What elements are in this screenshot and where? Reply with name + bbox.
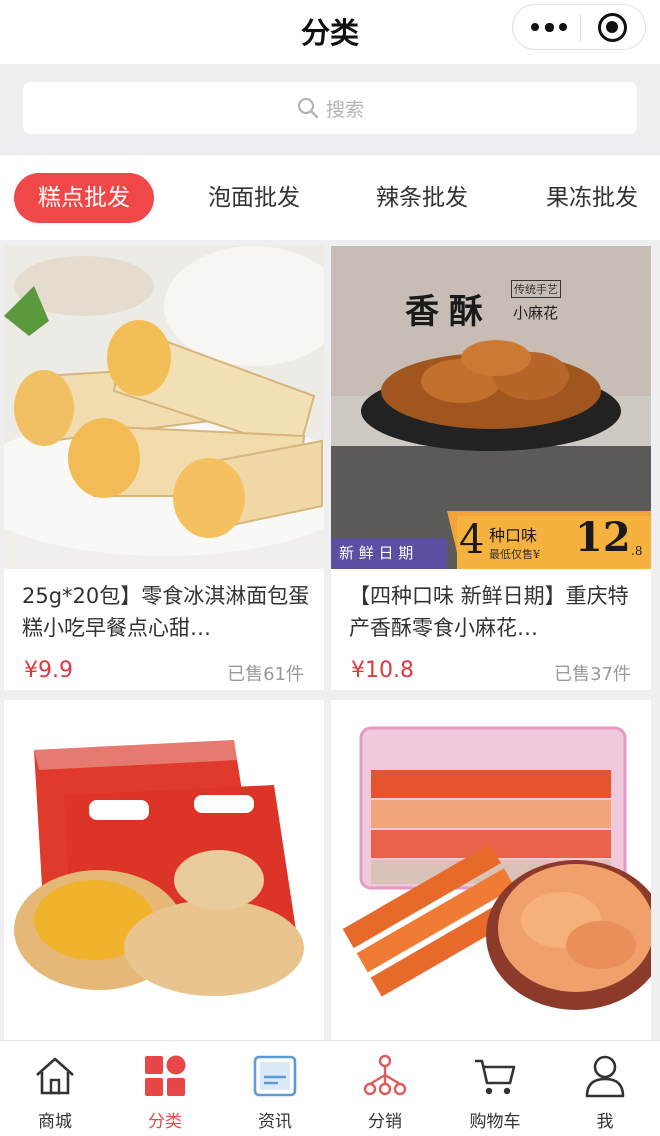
top-bar: 分类 xyxy=(0,0,660,64)
tab-spicy-strip-wholesale[interactable]: 辣条批发 xyxy=(352,173,492,223)
news-icon xyxy=(253,1055,297,1097)
tab-cake-wholesale[interactable]: 糕点批发 xyxy=(14,173,154,223)
product-image-ice-cream-cone xyxy=(4,246,324,569)
category-tabs: 糕点批发 泡面批发 辣条批发 果冻批发 xyxy=(0,154,660,240)
product-card[interactable] xyxy=(4,700,324,1040)
product-image-meat-floss-pastry xyxy=(4,700,324,1023)
image-flavor-text: 种口味 xyxy=(489,526,538,545)
user-icon xyxy=(585,1055,625,1098)
nav-item-me[interactable]: 我 xyxy=(550,1041,660,1136)
nav-item-distribution[interactable]: 分销 xyxy=(330,1041,440,1136)
product-card[interactable] xyxy=(331,700,651,1040)
image-brand-text: 香酥 xyxy=(405,292,493,332)
product-sold-count: 已售37件 xyxy=(554,664,631,685)
image-sub-text: 小麻花 xyxy=(513,304,559,322)
nav-label: 商城 xyxy=(38,1112,72,1132)
product-card[interactable]: 25g*20包】零食冰淇淋面包蛋糕小吃早餐点心甜… ¥9.9 已售61件 xyxy=(4,246,324,690)
home-icon xyxy=(36,1057,74,1095)
tab-jelly-wholesale[interactable]: 果冻批发 xyxy=(522,173,660,223)
product-sold-count: 已售61件 xyxy=(227,664,304,685)
nav-label: 我 xyxy=(596,1112,614,1132)
image-flavor-number: 4 xyxy=(459,517,485,563)
tab-noodle-wholesale[interactable]: 泡面批发 xyxy=(184,173,324,223)
bottom-nav: 商城 分类 资讯 分销 购物车 我 xyxy=(0,1040,660,1136)
product-image-twist-snack-box xyxy=(331,700,651,1023)
product-image-mahua-snack: 香酥 传统手艺 小麻花 新 鲜 日 期 4 种口味 最低仅售¥ 12 .8 xyxy=(331,246,651,569)
close-target-icon[interactable] xyxy=(598,13,627,42)
nav-item-news[interactable]: 资讯 xyxy=(220,1041,330,1136)
search-placeholder: 搜索 xyxy=(325,98,364,121)
image-fresh-text: 新 鲜 日 期 xyxy=(339,544,414,562)
search-icon xyxy=(297,97,319,119)
product-name: 【四种口味 新鲜日期】重庆特产香酥零食小麻花… xyxy=(349,584,629,640)
mini-program-capsule xyxy=(512,4,646,50)
capsule-divider xyxy=(580,15,581,41)
distribution-icon xyxy=(363,1054,407,1096)
image-min-price-label: 最低仅售¥ xyxy=(489,548,540,561)
nav-item-category[interactable]: 分类 xyxy=(110,1041,220,1136)
image-big-price: 12 xyxy=(575,514,631,561)
search-input[interactable]: 搜索 xyxy=(23,82,637,134)
image-big-price-decimal: .8 xyxy=(631,544,643,558)
nav-label: 资讯 xyxy=(258,1112,292,1132)
nav-label: 分销 xyxy=(368,1112,402,1132)
product-card[interactable]: 香酥 传统手艺 小麻花 新 鲜 日 期 4 种口味 最低仅售¥ 12 .8 【四… xyxy=(331,246,651,690)
nav-item-cart[interactable]: 购物车 xyxy=(440,1041,550,1136)
product-price: ¥10.8 xyxy=(351,658,414,683)
product-name: 25g*20包】零食冰淇淋面包蛋糕小吃早餐点心甜… xyxy=(22,584,310,640)
search-area: 搜索 xyxy=(0,64,660,154)
category-icon xyxy=(145,1055,186,1096)
more-icon[interactable] xyxy=(531,13,567,41)
product-grid: 25g*20包】零食冰淇淋面包蛋糕小吃早餐点心甜… ¥9.9 已售61件 香酥 … xyxy=(0,240,660,1040)
product-price: ¥9.9 xyxy=(24,658,73,683)
nav-item-mall[interactable]: 商城 xyxy=(0,1041,110,1136)
nav-label: 购物车 xyxy=(469,1112,521,1132)
image-tag-text: 传统手艺 xyxy=(511,280,561,298)
nav-label: 分类 xyxy=(148,1112,182,1132)
cart-icon xyxy=(475,1059,516,1095)
